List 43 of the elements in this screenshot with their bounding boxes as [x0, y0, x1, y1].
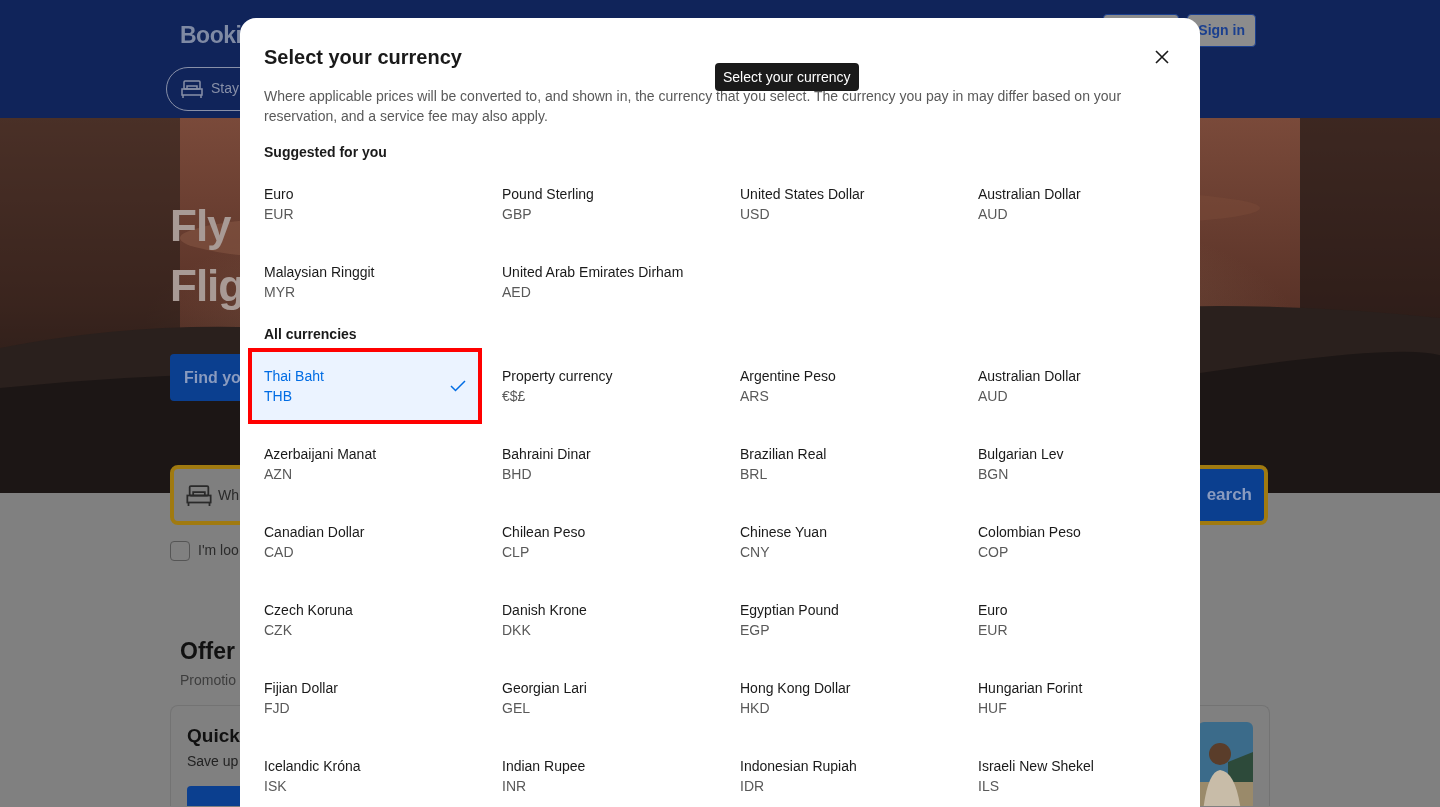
- hero-heading: Flig: [170, 260, 245, 312]
- currency-option[interactable]: Malaysian Ringgit MYR: [252, 248, 478, 316]
- currency-option[interactable]: Canadian Dollar CAD: [252, 508, 478, 576]
- section-heading: Offer: [180, 637, 235, 666]
- currency-option[interactable]: Indian Rupee INR: [490, 742, 716, 807]
- currency-option[interactable]: Euro EUR: [252, 170, 478, 238]
- currency-option[interactable]: Egyptian Pound EGP: [728, 586, 954, 654]
- currency-option[interactable]: Pound Sterling GBP: [490, 170, 716, 238]
- currency-option[interactable]: Indonesian Rupiah IDR: [728, 742, 954, 807]
- currency-option[interactable]: Australian Dollar AUD: [966, 170, 1192, 238]
- currency-option[interactable]: United Arab Emirates Dirham AED: [490, 248, 716, 316]
- dialog-title: Select your currency: [264, 45, 462, 70]
- currency-option[interactable]: Hungarian Forint HUF: [966, 664, 1192, 732]
- bed-icon: [186, 484, 212, 506]
- currency-option[interactable]: Chinese Yuan CNY: [728, 508, 954, 576]
- section-subtitle: Promotio: [180, 671, 237, 690]
- currency-option[interactable]: Argentine Peso ARS: [728, 352, 954, 420]
- currency-option[interactable]: Australian Dollar AUD: [966, 352, 1192, 420]
- currency-option[interactable]: Azerbaijani Manat AZN: [252, 430, 478, 498]
- search-field[interactable]: Wh: [174, 469, 239, 521]
- bed-icon: [181, 79, 203, 98]
- currency-option[interactable]: United States Dollar USD: [728, 170, 954, 238]
- currency-option[interactable]: Georgian Lari GEL: [490, 664, 716, 732]
- currency-option[interactable]: Icelandic Króna ISK: [252, 742, 478, 807]
- currency-option[interactable]: Brazilian Real BRL: [728, 430, 954, 498]
- currency-option[interactable]: Danish Krone DKK: [490, 586, 716, 654]
- tooltip: Select your currency: [715, 63, 859, 91]
- currency-option[interactable]: Euro EUR: [966, 586, 1192, 654]
- currency-option[interactable]: Hong Kong Dollar HKD: [728, 664, 954, 732]
- checkbox-label: I'm loo: [198, 541, 239, 560]
- hero-heading: Fly: [170, 200, 231, 252]
- currency-option[interactable]: Property currency €$£: [490, 352, 716, 420]
- currency-option[interactable]: Chilean Peso CLP: [490, 508, 716, 576]
- card-title: Quick: [187, 724, 241, 748]
- currency-option[interactable]: Israeli New Shekel ILS: [966, 742, 1192, 807]
- currency-option[interactable]: Fijian Dollar FJD: [252, 664, 478, 732]
- card-text: Save up: [187, 751, 240, 771]
- section-heading: Suggested for you: [264, 143, 388, 162]
- section-heading: All currencies: [264, 325, 358, 344]
- check-icon: [450, 380, 466, 392]
- currency-option[interactable]: Bahraini Dinar BHD: [490, 430, 716, 498]
- currency-option[interactable]: Czech Koruna CZK: [252, 586, 478, 654]
- checkbox[interactable]: [170, 540, 190, 561]
